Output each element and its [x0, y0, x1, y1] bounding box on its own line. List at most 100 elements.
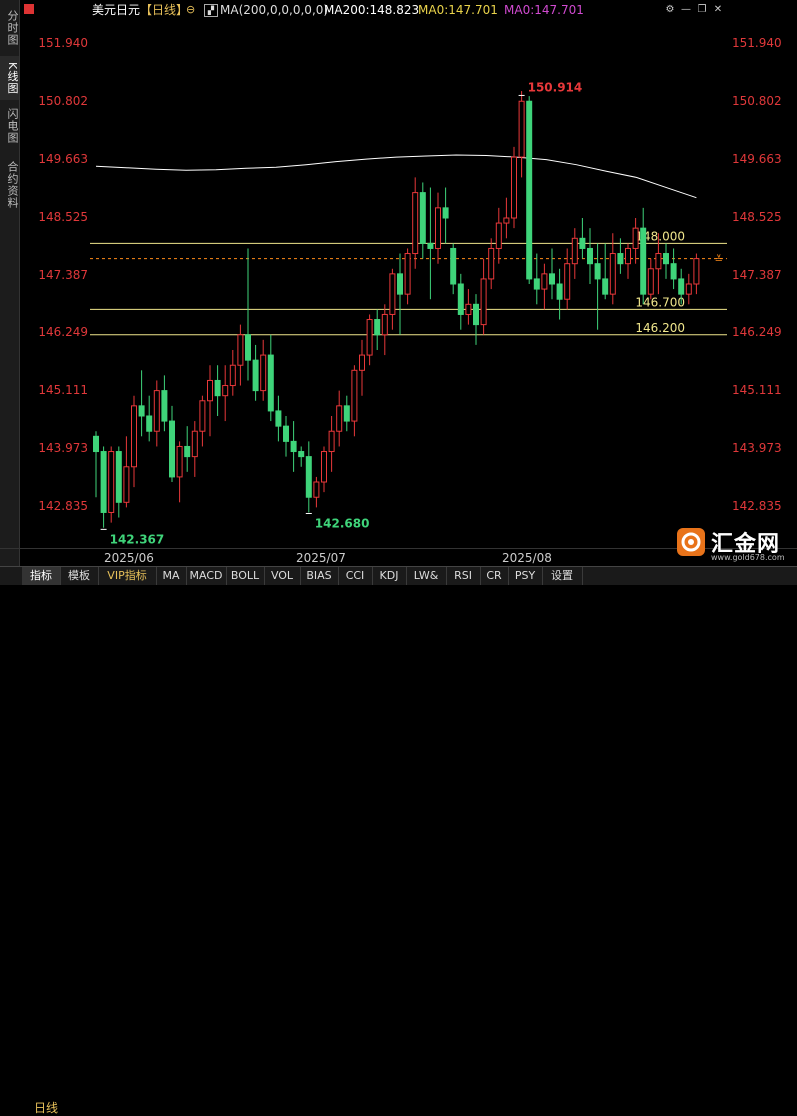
candle-body: [374, 319, 381, 336]
candle-body: [397, 273, 403, 295]
candle-body: [138, 405, 145, 417]
candle-body: [100, 451, 107, 513]
y-tick-label-right: 151.940: [732, 36, 782, 51]
y-tick-label-right: 150.802: [732, 94, 782, 109]
candle-body: [693, 258, 700, 285]
y-tick-label-left: 149.663: [38, 151, 88, 166]
candle-body: [625, 247, 631, 265]
candle-body: [267, 354, 274, 412]
candle-body: [359, 354, 365, 371]
y-tick-label-left: 145.111: [38, 383, 88, 398]
candle-body: [275, 410, 282, 427]
candlestick-chart[interactable]: 148.000146.700146.200150.914142.367142.6…: [90, 0, 727, 548]
tab-time-sharing[interactable]: 分时图: [0, 6, 19, 50]
tab-lwr[interactable]: LW&: [406, 567, 447, 585]
candle-body: [366, 319, 373, 356]
candle-body: [587, 247, 593, 265]
ma200-line: [95, 154, 697, 199]
tab-ma[interactable]: MA: [156, 567, 187, 585]
y-tick-label-right: 146.249: [732, 325, 782, 340]
candle-body: [495, 222, 502, 249]
period-tab[interactable]: 日线: [34, 1099, 58, 1116]
tab-flash-chart[interactable]: 闪电图: [0, 104, 19, 148]
tab-vip-indicator[interactable]: VIP指标: [98, 567, 157, 585]
candle-body: [511, 156, 517, 219]
tab-kdj[interactable]: KDJ: [372, 567, 407, 585]
y-tick-label-left: 147.387: [38, 267, 88, 282]
candle-body: [526, 100, 533, 280]
candle-body: [640, 227, 647, 295]
tab-settings[interactable]: 设置: [542, 567, 583, 585]
candle-body: [488, 247, 495, 280]
current-price-marker-icon: ≚: [715, 254, 723, 266]
candle-body: [503, 217, 510, 224]
y-tick-label-right: 149.663: [732, 151, 782, 166]
candle-body: [321, 451, 327, 483]
candle-body: [123, 466, 130, 503]
candle-body: [305, 456, 312, 498]
y-tick-label-right: 145.111: [732, 383, 782, 398]
candle-body: [678, 278, 685, 295]
y-tick-label-right: 143.973: [732, 440, 782, 455]
tab-cci[interactable]: CCI: [338, 567, 373, 585]
tab-vol[interactable]: VOL: [264, 567, 301, 585]
candle-body: [609, 253, 616, 295]
candle-body: [146, 415, 153, 432]
candle-body: [93, 435, 99, 453]
tab-macd[interactable]: MACD: [186, 567, 227, 585]
candle-body: [169, 420, 175, 478]
candle-body: [176, 445, 183, 478]
candle-body: [647, 268, 654, 295]
x-axis-label: 2025/07: [296, 551, 346, 565]
candle-body: [655, 253, 662, 270]
candle-body: [229, 364, 236, 387]
tab-template[interactable]: 模板: [60, 567, 99, 585]
candle-body: [549, 273, 555, 285]
x-axis-label: 2025/06: [104, 551, 154, 565]
tab-psy[interactable]: PSY: [508, 567, 543, 585]
candle-body: [533, 278, 540, 290]
candle-body: [290, 440, 297, 453]
tab-rsi[interactable]: RSI: [446, 567, 481, 585]
candle-body: [457, 283, 464, 315]
candle-body: [108, 451, 115, 513]
annotation-label: 142.680: [315, 516, 370, 530]
x-axis-label: 2025/08: [502, 551, 552, 565]
tab-cr[interactable]: CR: [480, 567, 509, 585]
left-sidebar: 分时图 K线图 闪电图 合约资料: [0, 0, 20, 566]
candle-body: [298, 451, 305, 458]
y-tick-label-right: 142.835: [732, 498, 782, 513]
candle-body: [313, 481, 320, 498]
candle-body: [571, 237, 578, 265]
candle-body: [450, 247, 457, 285]
candle-body: [404, 253, 411, 295]
tab-kline[interactable]: K线图: [0, 56, 19, 100]
gold678-logo: 汇金网 www.gold678.com: [673, 526, 793, 564]
tab-indicator[interactable]: 指标: [22, 567, 61, 585]
indicator-tab-bar: 指标 模板 VIP指标 MA MACD BOLL VOL BIAS CCI KD…: [0, 566, 797, 585]
candle-body: [442, 207, 449, 219]
candle-body: [564, 263, 571, 300]
candle-body: [685, 283, 692, 295]
tab-contract-info[interactable]: 合约资料: [0, 156, 19, 214]
candle-body: [214, 379, 221, 397]
candle-body: [328, 430, 335, 453]
candle-body: [336, 405, 343, 432]
candle-body: [465, 303, 472, 315]
y-tick-label-left: 150.802: [38, 94, 88, 109]
candle-body: [632, 227, 639, 249]
candle-body: [131, 405, 137, 468]
tab-bias[interactable]: BIAS: [300, 567, 339, 585]
level-label: 146.200: [635, 321, 685, 335]
candle-body: [389, 273, 396, 315]
candle-body: [343, 405, 350, 422]
candle-body: [594, 263, 601, 280]
y-tick-label-left: 146.249: [38, 325, 88, 340]
candle-body: [260, 354, 267, 392]
candle-body: [427, 242, 434, 249]
candle-body: [435, 207, 441, 249]
y-tick-label-left: 151.940: [38, 36, 88, 51]
tab-boll[interactable]: BOLL: [226, 567, 265, 585]
candle-body: [153, 390, 160, 432]
candle-body: [480, 278, 487, 326]
